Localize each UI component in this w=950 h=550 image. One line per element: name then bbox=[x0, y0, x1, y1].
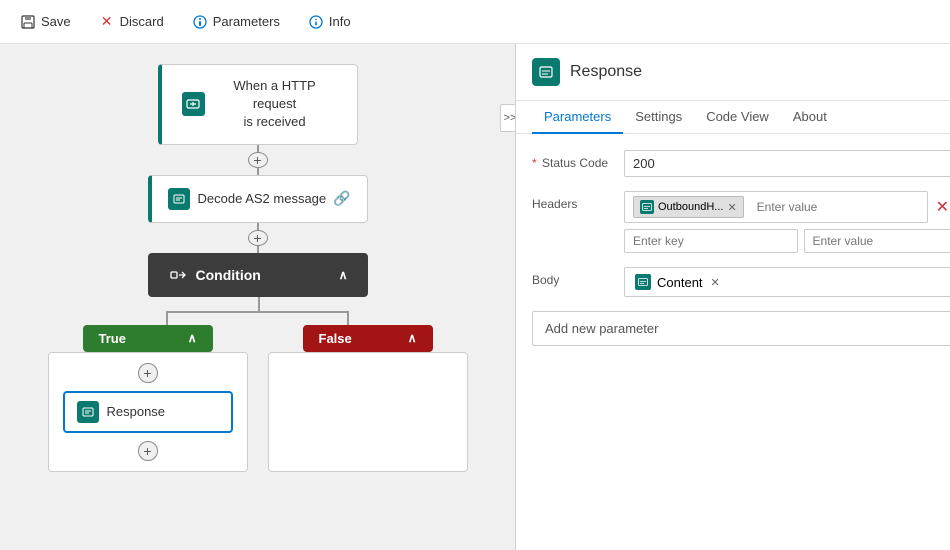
main-area: When a HTTP requestis received + Decode … bbox=[0, 44, 950, 550]
response-icon-canvas bbox=[77, 401, 99, 423]
connector-2: + bbox=[248, 223, 268, 253]
false-collapse-icon: ∧ bbox=[408, 331, 417, 345]
tab-settings[interactable]: Settings bbox=[623, 101, 694, 134]
tab-code-view[interactable]: Code View bbox=[694, 101, 781, 134]
condition-collapse-icon[interactable]: ∧ bbox=[339, 268, 348, 282]
tab-parameters[interactable]: Parameters bbox=[532, 101, 623, 134]
save-button[interactable]: Save bbox=[16, 12, 75, 32]
headers-label: Headers bbox=[532, 191, 612, 211]
info-icon bbox=[308, 14, 324, 30]
info-button[interactable]: Info bbox=[304, 12, 355, 32]
save-icon bbox=[20, 14, 36, 30]
branch-true-box: + Response + bbox=[48, 352, 248, 472]
add-btn-true-bottom[interactable]: + bbox=[138, 441, 158, 461]
status-code-row: * Status Code bbox=[532, 150, 950, 177]
right-panel: Response Parameters Settings Code View A… bbox=[515, 44, 950, 550]
http-node-label: When a HTTP requestis received bbox=[213, 77, 337, 132]
branch-false-header[interactable]: False ∧ bbox=[303, 325, 433, 352]
add-parameter-row[interactable]: Add new parameter ∨ bbox=[532, 311, 950, 346]
body-label: Body bbox=[532, 267, 612, 287]
flow-wrap: When a HTTP requestis received + Decode … bbox=[48, 64, 468, 472]
condition-icon bbox=[168, 265, 188, 285]
status-code-field bbox=[624, 150, 950, 177]
discard-button[interactable]: ✕ Discard bbox=[95, 12, 168, 32]
collapse-panel-button[interactable]: >> bbox=[500, 104, 515, 132]
tab-about[interactable]: About bbox=[781, 101, 839, 134]
panel-header: Response bbox=[516, 44, 950, 101]
body-field: Content ✕ bbox=[624, 267, 950, 297]
node-decode[interactable]: Decode AS2 message 🔗 bbox=[148, 175, 368, 223]
add-btn-1[interactable]: + bbox=[248, 152, 268, 168]
connector-1: + bbox=[248, 145, 268, 175]
discard-icon: ✕ bbox=[99, 14, 115, 30]
node-http[interactable]: When a HTTP requestis received bbox=[158, 64, 358, 145]
decode-icon bbox=[168, 188, 190, 210]
panel-body: * Status Code Headers bbox=[516, 134, 950, 362]
node-response[interactable]: Response bbox=[63, 391, 233, 433]
status-code-input[interactable] bbox=[624, 150, 950, 177]
node-condition[interactable]: Condition ∧ bbox=[148, 253, 368, 297]
canvas: When a HTTP requestis received + Decode … bbox=[0, 44, 515, 550]
chip-label: OutboundH... bbox=[658, 201, 723, 213]
body-chip-label: Content bbox=[657, 275, 703, 290]
branches: True ∧ + Response + bbox=[48, 325, 468, 472]
panel-tabs: Parameters Settings Code View About bbox=[516, 101, 950, 134]
add-btn-true[interactable]: + bbox=[138, 363, 158, 383]
outbound-header-chip[interactable]: OutboundH... ✕ bbox=[633, 196, 744, 218]
body-chip-close[interactable]: ✕ bbox=[711, 276, 720, 289]
decode-node-label: Decode AS2 message bbox=[198, 191, 327, 206]
branch-connector bbox=[88, 297, 428, 325]
add-param-label: Add new parameter bbox=[545, 321, 658, 336]
branch-true: True ∧ + Response + bbox=[48, 325, 248, 472]
add-btn-2[interactable]: + bbox=[248, 230, 268, 246]
headers-field: OutboundH... ✕ ✕ bbox=[624, 191, 950, 253]
header-key-input[interactable] bbox=[624, 229, 798, 253]
header-value-input[interactable] bbox=[750, 196, 919, 218]
http-icon bbox=[182, 92, 205, 116]
status-code-label: * Status Code bbox=[532, 150, 612, 170]
panel-title: Response bbox=[570, 63, 642, 81]
link-icon: 🔗 bbox=[333, 190, 350, 207]
headers-row: Headers OutboundH... ✕ bbox=[532, 191, 950, 253]
body-chip-icon bbox=[635, 274, 651, 290]
branch-false: False ∧ bbox=[268, 325, 468, 472]
true-collapse-icon: ∧ bbox=[188, 331, 197, 345]
body-row: Body Content ✕ bbox=[532, 267, 950, 297]
header-value2-input[interactable] bbox=[804, 229, 950, 253]
parameters-icon bbox=[192, 14, 208, 30]
parameters-button[interactable]: Parameters bbox=[188, 12, 284, 32]
response-panel-icon bbox=[532, 58, 560, 86]
branch-false-box bbox=[268, 352, 468, 472]
branch-true-header[interactable]: True ∧ bbox=[83, 325, 213, 352]
condition-node-label: Condition bbox=[196, 267, 261, 283]
chip-close[interactable]: ✕ bbox=[727, 201, 736, 214]
header-delete-btn[interactable]: ✕ bbox=[934, 195, 950, 219]
toolbar: Save ✕ Discard Parameters Info bbox=[0, 0, 950, 44]
chip-icon bbox=[640, 200, 654, 214]
